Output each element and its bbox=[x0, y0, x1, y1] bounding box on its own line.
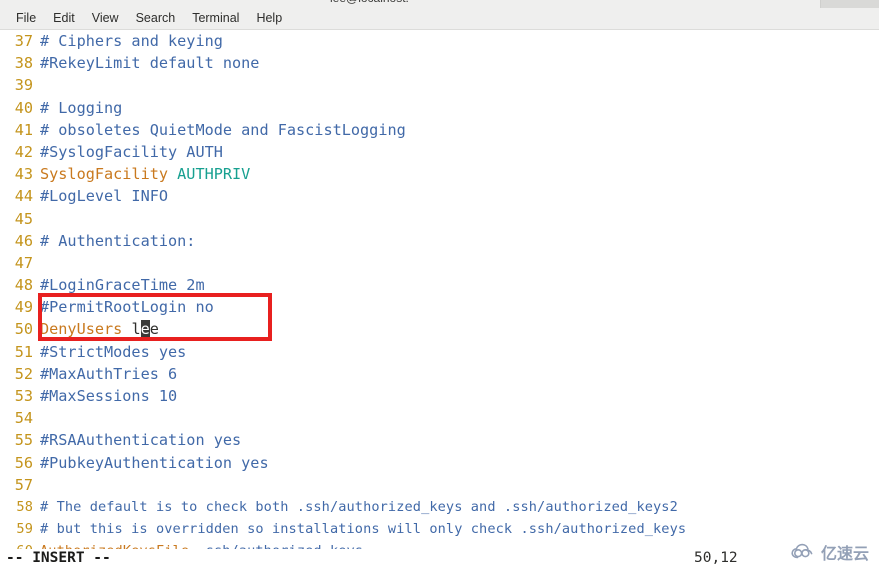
menu-bar: File Edit View Search Terminal Help bbox=[0, 8, 879, 30]
line-number: 58 bbox=[16, 498, 33, 515]
line-number: 59 bbox=[16, 521, 33, 538]
line-number: 37 bbox=[14, 32, 33, 50]
code-line[interactable]: 48 #LoginGraceTime 2m bbox=[0, 274, 879, 296]
window-title: lee@localhost:~ bbox=[330, 0, 416, 5]
code-token: #MaxSessions 10 bbox=[40, 387, 178, 405]
line-number: 55 bbox=[14, 431, 33, 450]
code-line[interactable]: 38 #RekeyLimit default none bbox=[0, 52, 879, 74]
code-token: #RSAAuthentication yes bbox=[40, 431, 242, 450]
editor-buffer[interactable]: 37 # Ciphers and keying 38 #RekeyLimit defa… bbox=[0, 30, 879, 549]
code-token: # The default is to check both .ssh/auth… bbox=[40, 498, 678, 515]
line-number: 44 bbox=[14, 187, 33, 206]
line-number: 43 bbox=[14, 165, 33, 184]
code-line[interactable]: 40 # Logging bbox=[0, 97, 879, 119]
code-line[interactable]: 41 # obsoletes QuietMode and FascistLoggi… bbox=[0, 119, 879, 141]
code-line[interactable]: 54 bbox=[0, 407, 879, 429]
menu-item-search[interactable]: Search bbox=[128, 10, 184, 27]
line-number: 54 bbox=[14, 409, 33, 428]
code-line[interactable]: 42 #SyslogFacility AUTH bbox=[0, 141, 879, 163]
code-line[interactable]: 51 #StrictModes yes bbox=[0, 341, 879, 363]
code-line[interactable]: 50 DenyUsers lee bbox=[0, 318, 879, 340]
status-cursor-position: 50,12 bbox=[694, 550, 738, 566]
code-line[interactable]: 44 #LogLevel INFO bbox=[0, 185, 879, 207]
menu-item-terminal[interactable]: Terminal bbox=[184, 10, 247, 27]
line-number: 53 bbox=[14, 387, 33, 405]
code-token: #LogLevel INFO bbox=[40, 187, 169, 206]
line-number: 50 bbox=[14, 320, 33, 339]
code-line[interactable]: 39 bbox=[0, 74, 879, 96]
code-token: #PubkeyAuthentication yes bbox=[40, 453, 269, 472]
line-number: 46 bbox=[14, 231, 33, 250]
window-titlebar: lee@localhost:~ bbox=[0, 0, 879, 8]
line-number: 52 bbox=[14, 364, 33, 383]
line-number: 60 bbox=[0, 540, 33, 549]
code-token: # Logging bbox=[40, 98, 123, 117]
line-number: 40 bbox=[14, 98, 33, 117]
line-number: 51 bbox=[14, 342, 33, 361]
code-line[interactable]: 53 #MaxSessions 10 bbox=[0, 385, 879, 407]
code-line[interactable]: 52 #MaxAuthTries 6 bbox=[0, 363, 879, 385]
code-token: e bbox=[149, 320, 159, 339]
menu-item-file[interactable]: File bbox=[8, 10, 44, 27]
watermark: 亿速云 bbox=[791, 540, 869, 564]
terminal-window: lee@localhost:~ File Edit View Search Te… bbox=[0, 0, 879, 567]
code-token: #PermitRootLogin no bbox=[40, 298, 214, 317]
code-token: # but this is overridden so installation… bbox=[40, 521, 687, 538]
code-token: #SyslogFacility AUTH bbox=[40, 142, 223, 161]
line-number: 41 bbox=[14, 120, 33, 139]
code-line[interactable]: 59 # but this is overridden so installati… bbox=[0, 518, 879, 540]
code-line[interactable]: 58 # The default is to check both .ssh/au… bbox=[0, 496, 879, 518]
code-token: #RekeyLimit default none bbox=[40, 54, 260, 73]
code-line[interactable]: 43 SyslogFacility AUTHPRIV bbox=[0, 163, 879, 185]
code-token: #MaxAuthTries 6 bbox=[40, 364, 178, 383]
code-line[interactable]: 56 #PubkeyAuthentication yes bbox=[0, 452, 879, 474]
line-number: 39 bbox=[14, 76, 33, 95]
cloud-icon bbox=[791, 543, 817, 561]
line-number: 45 bbox=[14, 209, 33, 228]
code-token: SyslogFacility bbox=[40, 165, 178, 184]
menu-item-help[interactable]: Help bbox=[248, 10, 290, 27]
code-line[interactable]: 49 #PermitRootLogin no bbox=[0, 296, 879, 318]
code-token: # Authentication: bbox=[40, 231, 196, 250]
code-line[interactable]: 60AuthorizedKeysFile .ssh/authorized_key… bbox=[0, 540, 879, 549]
line-number: 49 bbox=[14, 298, 33, 317]
code-line[interactable]: 47 bbox=[0, 252, 879, 274]
code-token: DenyUsers bbox=[40, 320, 132, 339]
watermark-label: 亿速云 bbox=[820, 546, 869, 563]
code-token: # Ciphers and keying bbox=[40, 32, 223, 50]
code-token: AUTHPRIV bbox=[177, 165, 251, 184]
menu-item-edit[interactable]: Edit bbox=[45, 10, 83, 27]
line-number: 48 bbox=[14, 276, 33, 295]
code-line[interactable]: 45 bbox=[0, 208, 879, 230]
status-mode-indicator: -- INSERT -- bbox=[6, 550, 111, 566]
code-line[interactable]: 37 # Ciphers and keying bbox=[0, 30, 879, 52]
line-number: 42 bbox=[14, 142, 33, 161]
line-number: 47 bbox=[14, 253, 33, 272]
code-token: #StrictModes yes bbox=[40, 342, 187, 361]
code-token: #LoginGraceTime 2m bbox=[40, 276, 205, 295]
menu-item-view[interactable]: View bbox=[84, 10, 127, 27]
code-token: # obsoletes QuietMode and FascistLogging bbox=[40, 120, 406, 139]
code-line[interactable]: 57 bbox=[0, 474, 879, 496]
line-number: 56 bbox=[14, 453, 33, 472]
code-line[interactable]: 46 # Authentication: bbox=[0, 230, 879, 252]
status-bar: -- INSERT -- 50,12 bbox=[0, 549, 879, 567]
line-number: 38 bbox=[14, 54, 33, 73]
text-cursor: e bbox=[140, 320, 150, 339]
line-number: 57 bbox=[14, 475, 33, 494]
code-token: l bbox=[131, 320, 141, 339]
code-line[interactable]: 55 #RSAAuthentication yes bbox=[0, 429, 879, 451]
window-controls-icon[interactable] bbox=[820, 0, 879, 8]
